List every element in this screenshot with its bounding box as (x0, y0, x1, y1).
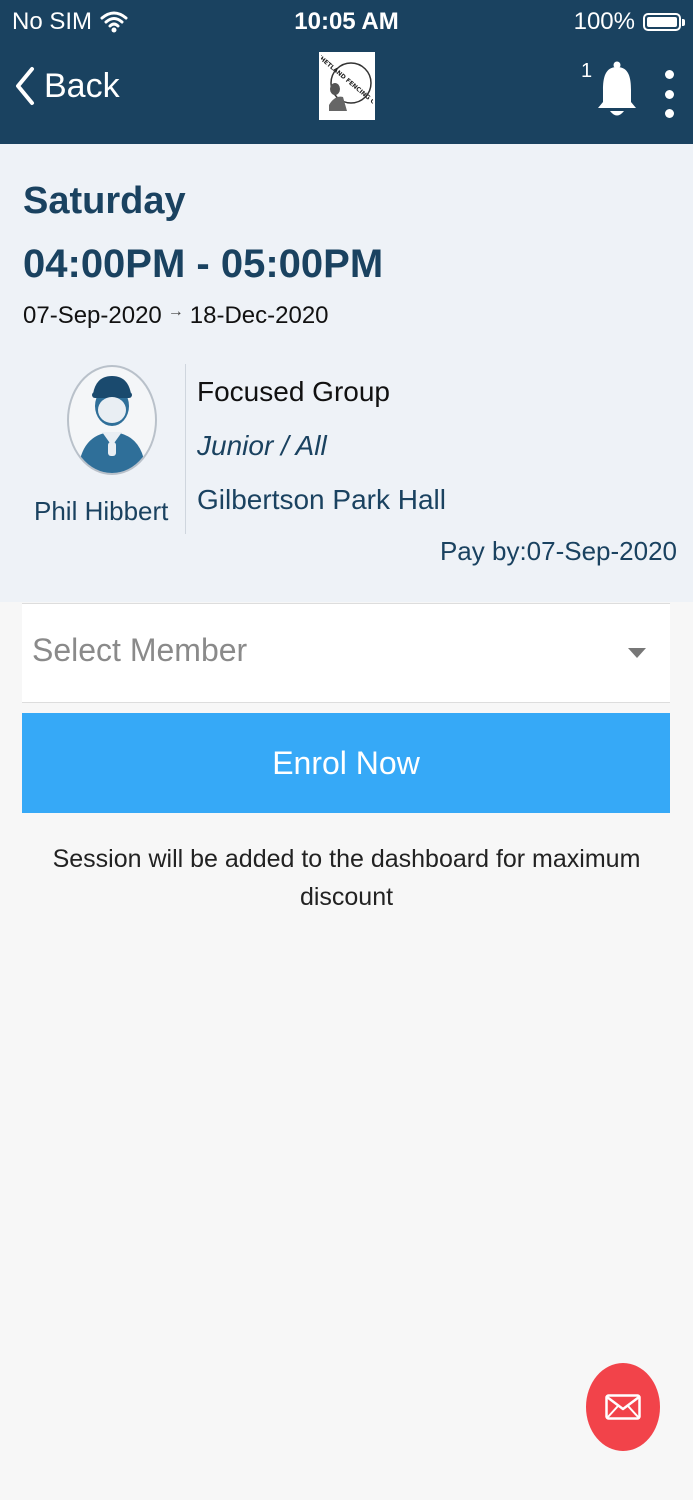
battery-icon (643, 13, 685, 31)
start-date: 07-Sep-2020 (23, 302, 162, 329)
group-level: Junior / All (197, 430, 327, 461)
back-button[interactable]: Back (14, 66, 120, 106)
back-label: Back (44, 66, 120, 105)
select-member-dropdown[interactable]: Select Member (22, 603, 670, 703)
coach-name: Phil Hibbert (34, 496, 169, 526)
club-logo-mark: SHETLAND FENCING CLUB (321, 55, 373, 114)
club-logo: SHETLAND FENCING CLUB (319, 52, 375, 120)
battery-percentage: 100% (573, 8, 635, 35)
kebab-dot-icon (664, 109, 674, 118)
session-dates: 07-Sep-2020 → 18-Dec-2020 (23, 302, 329, 330)
caret-down-icon (628, 648, 646, 658)
notifications-button[interactable]: 1 (581, 60, 645, 120)
mail-icon (605, 1394, 641, 1420)
notification-count: 1 (581, 60, 593, 82)
kebab-dot-icon (664, 70, 674, 79)
enrol-now-button[interactable]: Enrol Now (22, 713, 670, 813)
group-name: Focused Group (197, 376, 390, 407)
select-member-placeholder: Select Member (32, 632, 248, 668)
venue-name: Gilbertson Park Hall (197, 484, 446, 515)
discount-note: Session will be added to the dashboard f… (52, 845, 641, 911)
session-time-range: 04:00PM - 05:00PM (23, 242, 384, 286)
arrow-right-icon: → (167, 303, 184, 320)
vertical-divider (185, 364, 186, 534)
nav-bar: Back SHETLAND FENCING CLUB 1 (0, 50, 693, 130)
kebab-dot-icon (664, 89, 674, 99)
end-date: 18-Dec-2020 (189, 302, 329, 329)
message-fab-button[interactable] (586, 1363, 660, 1451)
coach-avatar-icon (67, 365, 157, 475)
bell-icon (598, 61, 636, 116)
chevron-left-icon (16, 67, 34, 105)
session-day: Saturday (23, 180, 186, 222)
more-menu-button[interactable] (663, 70, 675, 118)
pay-by-date: Pay by:07-Sep-2020 (439, 536, 677, 566)
battery-group: 100% (573, 8, 685, 36)
coach-avatar (66, 364, 157, 475)
status-bar: No SIM 10:05 AM 100% (0, 6, 693, 42)
session-card: Saturday 04:00PM - 05:00PM 07-Sep-2020 →… (0, 144, 693, 602)
app-header: No SIM 10:05 AM 100% Back SHETLAND FENCI… (0, 0, 693, 144)
